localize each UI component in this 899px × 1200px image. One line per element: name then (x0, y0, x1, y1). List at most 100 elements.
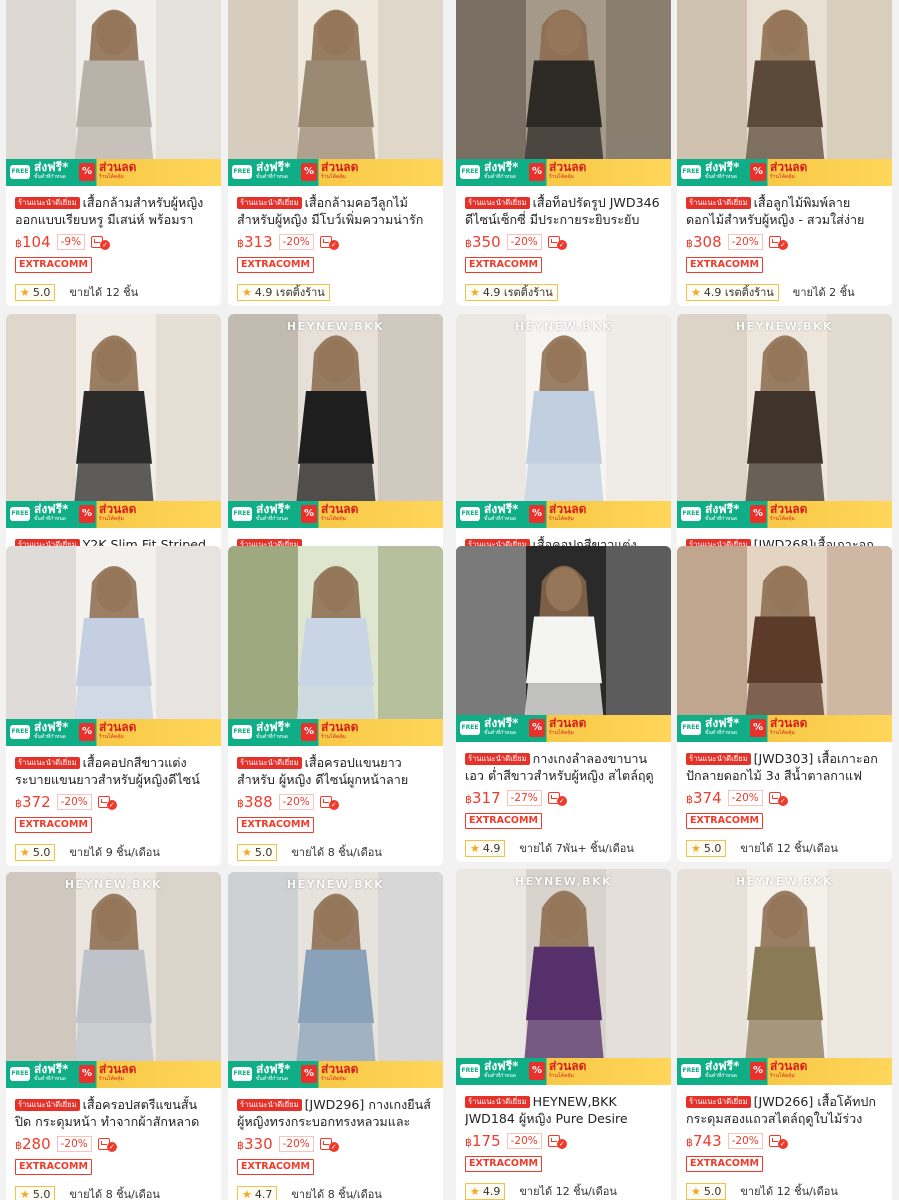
product-image[interactable]: FREE ส่งฟรี* ขั้นต่ำที่กำหนด% ส่วนลด ร้านโค้… (6, 546, 221, 746)
discount-badge: -20% (278, 1136, 314, 1152)
rating-value: 4.9 (482, 841, 501, 855)
discount-icon: % (79, 723, 95, 741)
product-card[interactable]: FREE ส่งฟรี* ขั้นต่ำที่กำหนด% ส่วนลด ร้านโค้… (228, 0, 443, 306)
discount-badge: -20% (727, 234, 763, 250)
product-image[interactable]: HEYNEW,BKK FREE ส่งฟรี* ขั้นต่ำที่กำหนด% ส่ว… (677, 314, 892, 528)
extracomm-badge: EXTRACOMM (465, 1156, 542, 1172)
discount-icon: % (529, 163, 545, 181)
product-card[interactable]: FREE ส่งฟรี* ขั้นต่ำที่กำหนด% ส่วนลด ร้านโค้… (6, 0, 221, 306)
product-card[interactable]: FREE ส่งฟรี* ขั้นต่ำที่กำหนด% ส่วนลด ร้านโค้… (677, 546, 892, 862)
discount-icon: % (301, 505, 317, 523)
product-price: ฿280 (15, 1135, 51, 1153)
recommended-shop-badge: ร้านแนะนำดีเยี่ยม (686, 197, 751, 209)
recommended-shop-badge: ร้านแนะนำดีเยี่ยม (686, 1096, 751, 1108)
product-title[interactable]: ร้านแนะนำดีเยี่ยมเสื้อคอปกสีขาวแต่ง ระบา… (15, 754, 212, 788)
product-card[interactable]: HEYNEW,BKK FREE ส่งฟรี* ขั้นต่ำที่กำหนด% ส่ว… (456, 869, 671, 1200)
product-title[interactable]: ร้านแนะนำดีเยี่ยม HEYNEW,BKK JWD184 ผู้หญ… (465, 1093, 662, 1127)
product-image[interactable]: FREE ส่งฟรี* ขั้นต่ำที่กำหนด% ส่วนลด ร้านโค้… (677, 546, 892, 742)
product-title[interactable]: ร้านแนะนำดีเยี่ยม กางเกงลำลองขาบานเอว ต่ำ… (465, 750, 662, 784)
product-image[interactable]: HEYNEW,BKK FREE ส่งฟรี* ขั้นต่ำที่กำหนด% ส่ว… (6, 872, 221, 1088)
rating-badge: ★ 4.9 เรตติ้งร้าน (237, 283, 330, 301)
discount-label: ส่วนลด ร้านโค้ดคุ้ม (99, 160, 137, 181)
discount-badge: -20% (506, 1133, 542, 1149)
rating-value: 5.0 (703, 1184, 722, 1198)
product-image[interactable]: FREE ส่งฟรี* ขั้นต่ำที่กำหนด% ส่วนลด ร้านโค้… (228, 0, 443, 186)
cod-icon: ✓ (768, 790, 788, 806)
product-title[interactable]: ร้านแนะนำดีเยี่ยม เสื้อลูกไม้พิมพ์ลาย ดอก… (686, 194, 883, 228)
free-shipping-icon: FREE (460, 165, 480, 179)
promo-banner: FREE ส่งฟรี* ขั้นต่ำที่กำหนด% ส่วนลด ร้านโค้… (228, 1061, 443, 1088)
promo-banner: FREE ส่งฟรี* ขั้นต่ำที่กำหนด% ส่วนลด ร้านโค้… (677, 159, 892, 186)
product-title[interactable]: ร้านแนะนำดีเยี่ยม [JWD303] เสื้อเกาะอก ปั… (686, 750, 883, 784)
discount-icon: % (529, 505, 545, 523)
product-card[interactable]: FREE ส่งฟรี* ขั้นต่ำที่กำหนด% ส่วนลด ร้านโค้… (456, 546, 671, 862)
product-info: ร้านแนะนำดีเยี่ยม เสื้อครอปแขนยาวสำหรับ ผ… (228, 746, 443, 861)
rating-value: 5.0 (32, 845, 51, 859)
promo-banner: FREE ส่งฟรี* ขั้นต่ำที่กำหนด% ส่วนลด ร้านโค้… (228, 501, 443, 528)
discount-sublabel: ร้านโค้ดคุ้ม (321, 516, 346, 522)
product-photo-icon (6, 872, 221, 1088)
free-shipping-label: ส่งฟรี* ขั้นต่ำที่กำหนด (256, 160, 291, 181)
extracomm-badge: EXTRACOMM (686, 813, 763, 829)
rating-value: 4.9 เรตติ้งร้าน (254, 285, 325, 299)
product-info: ร้านแนะนำดีเยี่ยม HEYNEW,BKK JWD184 ผู้หญ… (456, 1085, 671, 1200)
rating-value: 4.9 (482, 1184, 501, 1198)
price-row: ฿104 -9% ✓ (15, 232, 212, 252)
product-card[interactable]: HEYNEW,BKK FREE ส่งฟรี* ขั้นต่ำที่กำหนด% ส่ว… (6, 872, 221, 1200)
product-card[interactable]: FREE ส่งฟรี* ขั้นต่ำที่กำหนด% ส่วนลด ร้านโค้… (677, 0, 892, 306)
rating-value: 5.0 (32, 1187, 51, 1200)
product-image[interactable]: HEYNEW,BKK FREE ส่งฟรี* ขั้นต่ำที่กำหนด% ส่ว… (456, 314, 671, 528)
product-title[interactable]: ร้านแนะนำดีเยี่ยม เสื้อท็อปรัดรูป JWD346 … (465, 194, 662, 228)
product-title[interactable]: ร้านแนะนำดีเยี่ยม [JWD296] กางเกงยีนส์ ผู… (237, 1096, 434, 1130)
promo-banner: FREE ส่งฟรี* ขั้นต่ำที่กำหนด% ส่วนลด ร้านโค้… (456, 1058, 671, 1085)
extracomm-badge: EXTRACOMM (15, 1159, 92, 1175)
product-info: ร้านแนะนำดีเยี่ยมเสื้อคอปกสีขาวแต่ง ระบา… (6, 746, 221, 861)
product-title[interactable]: ร้านแนะนำดีเยี่ยม เสื้อกล้ามสำหรับผู้หญิง… (15, 194, 212, 228)
sold-count: ขายได้ 12 ชิ้น (69, 286, 139, 299)
promo-banner: FREE ส่งฟรี* ขั้นต่ำที่กำหนด% ส่วนลด ร้านโค้… (456, 501, 671, 528)
product-card[interactable]: HEYNEW,BKK FREE ส่งฟรี* ขั้นต่ำที่กำหนด% ส่ว… (677, 869, 892, 1200)
star-icon: ★ (470, 841, 480, 855)
free-shipping-sublabel: ขั้นต่ำที่กำหนด (705, 516, 737, 522)
product-image[interactable]: FREE ส่งฟรี* ขั้นต่ำที่กำหนด% ส่วนลด ร้านโค้… (6, 314, 221, 528)
product-card[interactable]: FREE ส่งฟรี* ขั้นต่ำที่กำหนด% ส่วนลด ร้านโค้… (228, 546, 443, 866)
product-image[interactable]: HEYNEW,BKK FREE ส่งฟรี* ขั้นต่ำที่กำหนด% ส่ว… (228, 314, 443, 528)
product-image[interactable]: FREE ส่งฟรี* ขั้นต่ำที่กำหนด% ส่วนลด ร้านโค้… (6, 0, 221, 186)
rating-badge: ★ 5.0 (237, 843, 278, 861)
discount-sublabel: ร้านโค้ดคุ้ม (321, 1076, 346, 1082)
product-price: ฿372 (15, 793, 51, 811)
product-price: ฿317 (465, 789, 501, 807)
product-card[interactable]: HEYNEW,BKK FREE ส่งฟรี* ขั้นต่ำที่กำหนด% ส่ว… (228, 872, 443, 1200)
product-title[interactable]: ร้านแนะนำดีเยี่ยม เสื้อครอปสตรีแขนสั้นปิด… (15, 1096, 212, 1130)
promo-banner: FREE ส่งฟรี* ขั้นต่ำที่กำหนด% ส่วนลด ร้านโค้… (6, 719, 221, 746)
rating-badge: ★ 4.9 (465, 839, 506, 857)
product-image[interactable]: FREE ส่งฟรี* ขั้นต่ำที่กำหนด% ส่วนลด ร้านโค้… (456, 546, 671, 742)
product-card[interactable]: FREE ส่งฟรี* ขั้นต่ำที่กำหนด% ส่วนลด ร้านโค้… (6, 546, 221, 866)
product-image[interactable]: HEYNEW,BKK FREE ส่งฟรี* ขั้นต่ำที่กำหนด% ส่ว… (677, 869, 892, 1085)
product-image[interactable]: FREE ส่งฟรี* ขั้นต่ำที่กำหนด% ส่วนลด ร้านโค้… (456, 0, 671, 186)
product-title[interactable]: ร้านแนะนำดีเยี่ยม เสื้อกล้ามคอวีลูกไม้ สำ… (237, 194, 434, 228)
product-image[interactable]: FREE ส่งฟรี* ขั้นต่ำที่กำหนด% ส่วนลด ร้านโค้… (677, 0, 892, 186)
free-shipping-label: ส่งฟรี* ขั้นต่ำที่กำหนด (256, 720, 291, 741)
price-row: ฿317 -27% ✓ (465, 788, 662, 808)
discount-icon: % (301, 723, 317, 741)
product-title[interactable]: ร้านแนะนำดีเยี่ยม [JWD266] เสื้อโค้ทปก กร… (686, 1093, 883, 1127)
star-icon: ★ (691, 841, 701, 855)
product-card[interactable]: FREE ส่งฟรี* ขั้นต่ำที่กำหนด% ส่วนลด ร้านโค้… (456, 0, 671, 306)
cod-icon: ✓ (547, 790, 567, 806)
discount-badge: -9% (56, 234, 86, 250)
product-price: ฿374 (686, 789, 722, 807)
product-image[interactable]: HEYNEW,BKK FREE ส่งฟรี* ขั้นต่ำที่กำหนด% ส่ว… (456, 869, 671, 1085)
discount-label: ส่วนลด ร้านโค้ดคุ้ม (321, 720, 359, 741)
product-photo-icon (228, 546, 443, 746)
recommended-shop-badge: ร้านแนะนำดีเยี่ยม (15, 197, 80, 209)
product-image[interactable]: FREE ส่งฟรี* ขั้นต่ำที่กำหนด% ส่วนลด ร้านโค้… (228, 546, 443, 746)
sold-count: ขายได้ 12 ชิ้น/เดือน (740, 1185, 838, 1198)
price-row: ฿175 -20% ✓ (465, 1131, 662, 1151)
star-icon: ★ (242, 285, 252, 299)
product-image[interactable]: HEYNEW,BKK FREE ส่งฟรี* ขั้นต่ำที่กำหนด% ส่ว… (228, 872, 443, 1088)
recommended-shop-badge: ร้านแนะนำดีเยี่ยม (465, 197, 530, 209)
product-title[interactable]: ร้านแนะนำดีเยี่ยม เสื้อครอปแขนยาวสำหรับ ผ… (237, 754, 434, 788)
product-info: ร้านแนะนำดีเยี่ยม [JWD296] กางเกงยีนส์ ผู… (228, 1088, 443, 1200)
sold-count: ขายได้ 12 ชิ้น/เดือน (740, 842, 838, 855)
